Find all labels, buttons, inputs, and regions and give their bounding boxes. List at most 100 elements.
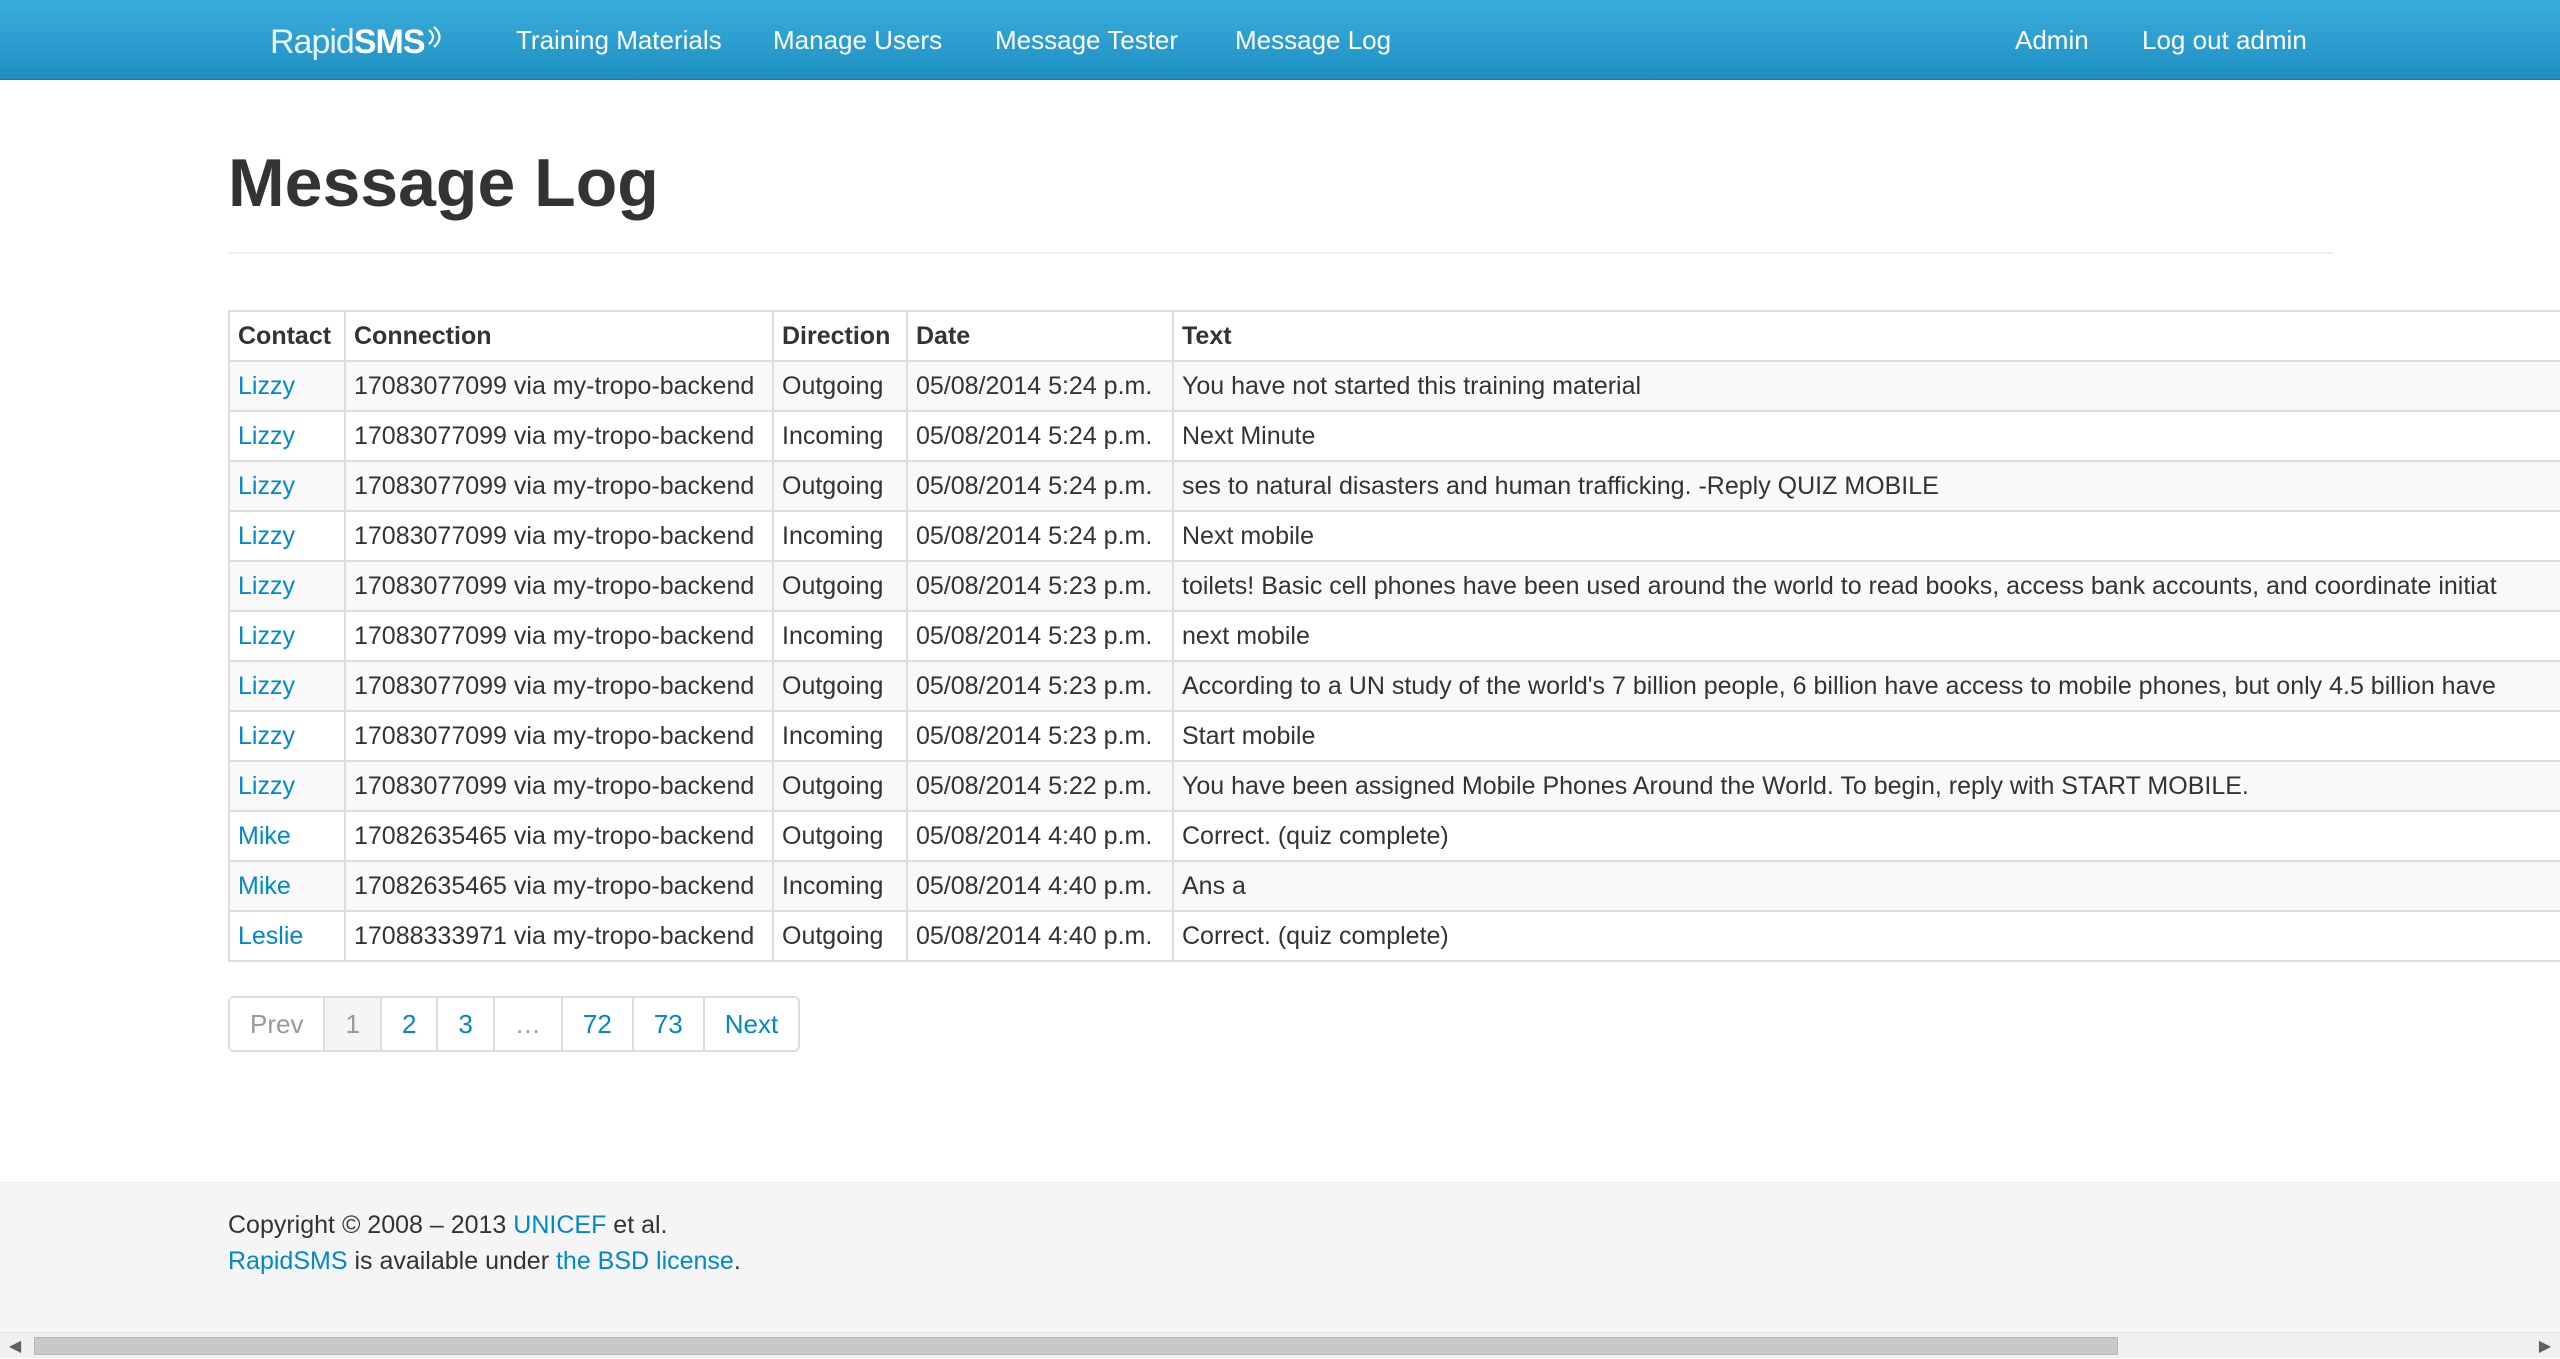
- cell-connection: 17083077099 via my-tropo-backend: [344, 760, 774, 812]
- footer-license-suffix: .: [733, 1247, 741, 1275]
- cell-connection: 17083077099 via my-tropo-backend: [344, 360, 774, 412]
- footer-copyright: Copyright © 2008 – 2013 UNICEF et al.: [228, 1211, 668, 1240]
- cell-date: 05/08/2014 5:24 p.m.: [906, 410, 1174, 462]
- table-row: Lizzy 17083077099 via my-tropo-backend Out…: [228, 460, 2560, 512]
- table-row: Leslie 17088333971 via my-tropo-backend Ou…: [228, 910, 2560, 962]
- column-header-direction: Direction: [772, 310, 908, 362]
- cell-connection: 17083077099 via my-tropo-backend: [344, 660, 774, 712]
- cell-date: 05/08/2014 4:40 p.m.: [906, 910, 1174, 962]
- contact-link[interactable]: Lizzy: [238, 772, 295, 800]
- cell-direction: Incoming: [772, 510, 908, 562]
- nav-link-logout[interactable]: Log out admin: [2142, 0, 2307, 80]
- cell-connection: 17083077099 via my-tropo-backend: [344, 710, 774, 762]
- pagination: Prev 1 2 3… 72 73 Next: [228, 996, 801, 1052]
- cell-direction: Outgoing: [772, 560, 908, 612]
- footer-license: RapidSMS is available under the BSD lice…: [228, 1247, 741, 1276]
- cell-connection: 17083077099 via my-tropo-backend: [344, 560, 774, 612]
- cell-text: Ans a: [1172, 860, 2560, 912]
- nav-link-training-materials[interactable]: Training Materials: [516, 0, 722, 80]
- cell-date: 05/08/2014 5:23 p.m.: [906, 610, 1174, 662]
- footer-copyright-suffix: et al.: [606, 1211, 668, 1239]
- contact-link[interactable]: Lizzy: [238, 572, 295, 600]
- nav-link-manage-users[interactable]: Manage Users: [773, 0, 942, 80]
- cell-connection: 17083077099 via my-tropo-backend: [344, 410, 774, 462]
- cell-date: 05/08/2014 5:23 p.m.: [906, 660, 1174, 712]
- nav-link-message-tester[interactable]: Message Tester: [995, 0, 1178, 80]
- cell-date: 05/08/2014 5:24 p.m.: [906, 360, 1174, 412]
- table-row: Lizzy 17083077099 via my-tropo-backend Out…: [228, 760, 2560, 812]
- table-body: Lizzy 17083077099 via my-tropo-backend Out…: [228, 360, 2560, 962]
- cell-date: 05/08/2014 4:40 p.m.: [906, 810, 1174, 862]
- cell-text: Start mobile: [1172, 710, 2560, 762]
- cell-connection: 17083077099 via my-tropo-backend: [344, 510, 774, 562]
- contact-link[interactable]: Lizzy: [238, 522, 295, 550]
- scroll-right-arrow-icon[interactable]: ▶: [2530, 1333, 2560, 1359]
- contact-link[interactable]: Leslie: [238, 922, 303, 950]
- nav-link-message-log[interactable]: Message Log: [1235, 0, 1391, 80]
- pagination-prev[interactable]: Prev: [230, 998, 326, 1050]
- contact-link[interactable]: Mike: [238, 872, 291, 900]
- cell-text: You have been assigned Mobile Phones Aro…: [1172, 760, 2560, 812]
- cell-contact: Lizzy: [228, 360, 346, 412]
- pagination-page-73[interactable]: 73: [633, 998, 705, 1050]
- cell-text: You have not started this training mater…: [1172, 360, 2560, 412]
- cell-contact: Lizzy: [228, 710, 346, 762]
- message-log-table-container: Contact Connection Direction Date Text L…: [228, 310, 2560, 962]
- scrollbar-thumb[interactable]: [34, 1337, 2118, 1355]
- cell-contact: Lizzy: [228, 410, 346, 462]
- brand-text-light: Rapid: [270, 22, 355, 61]
- column-header-connection: Connection: [344, 310, 774, 362]
- cell-contact: Lizzy: [228, 560, 346, 612]
- footer: Copyright © 2008 – 2013 UNICEF et al. Ra…: [0, 1182, 2560, 1332]
- cell-contact: Lizzy: [228, 460, 346, 512]
- cell-date: 05/08/2014 4:40 p.m.: [906, 860, 1174, 912]
- contact-link[interactable]: Lizzy: [238, 672, 295, 700]
- cell-direction: Outgoing: [772, 660, 908, 712]
- pagination-page-1: 1: [325, 998, 382, 1050]
- wifi-signal-icon: [427, 26, 441, 48]
- page-title: Message Log: [228, 145, 659, 221]
- footer-unicef-link[interactable]: UNICEF: [513, 1211, 606, 1239]
- table-row: Lizzy 17083077099 via my-tropo-backend Out…: [228, 660, 2560, 712]
- column-header-contact: Contact: [228, 310, 346, 362]
- column-header-date: Date: [906, 310, 1174, 362]
- scroll-left-arrow-icon[interactable]: ◀: [0, 1333, 30, 1359]
- cell-date: 05/08/2014 5:24 p.m.: [906, 460, 1174, 512]
- cell-connection: 17083077099 via my-tropo-backend: [344, 460, 774, 512]
- cell-contact: Mike: [228, 860, 346, 912]
- table-row: Mike 17082635465 via my-tropo-backend Outg…: [228, 810, 2560, 862]
- cell-text: toilets! Basic cell phones have been use…: [1172, 560, 2560, 612]
- pagination-page-3[interactable]: 3: [438, 998, 495, 1050]
- contact-link[interactable]: Lizzy: [238, 472, 295, 500]
- pagination-page-2[interactable]: 2: [381, 998, 439, 1050]
- cell-text: ses to natural disasters and human traff…: [1172, 460, 2560, 512]
- cell-date: 05/08/2014 5:23 p.m.: [906, 710, 1174, 762]
- contact-link[interactable]: Lizzy: [238, 622, 295, 650]
- brand-logo[interactable]: Rapid SMS: [270, 20, 443, 64]
- contact-link[interactable]: Lizzy: [238, 422, 295, 450]
- cell-contact: Lizzy: [228, 760, 346, 812]
- footer-rapidsms-link[interactable]: RapidSMS: [228, 1247, 348, 1275]
- cell-direction: Outgoing: [772, 360, 908, 412]
- cell-contact: Lizzy: [228, 510, 346, 562]
- nav-link-admin[interactable]: Admin: [2015, 0, 2089, 80]
- table-row: Mike 17082635465 via my-tropo-backend Inco…: [228, 860, 2560, 912]
- cell-date: 05/08/2014 5:24 p.m.: [906, 510, 1174, 562]
- contact-link[interactable]: Lizzy: [238, 372, 295, 400]
- contact-link[interactable]: Mike: [238, 822, 291, 850]
- cell-direction: Outgoing: [772, 760, 908, 812]
- footer-bsd-license-link[interactable]: the BSD license: [556, 1247, 734, 1275]
- table-row: Lizzy 17083077099 via my-tropo-backend Inc…: [228, 410, 2560, 462]
- table-row: Lizzy 17083077099 via my-tropo-backend Out…: [228, 360, 2560, 412]
- cell-date: 05/08/2014 5:23 p.m.: [906, 560, 1174, 612]
- cell-text: Correct. (quiz complete): [1172, 910, 2560, 962]
- pagination-next[interactable]: Next: [704, 998, 799, 1050]
- table-row: Lizzy 17083077099 via my-tropo-backend Inc…: [228, 710, 2560, 762]
- pagination-page-72[interactable]: 72: [562, 998, 634, 1050]
- cell-connection: 17088333971 via my-tropo-backend: [344, 910, 774, 962]
- horizontal-scrollbar[interactable]: ◀ ▶: [0, 1332, 2560, 1358]
- footer-license-middle: is available under: [347, 1247, 556, 1275]
- cell-direction: Outgoing: [772, 460, 908, 512]
- cell-contact: Mike: [228, 810, 346, 862]
- contact-link[interactable]: Lizzy: [238, 722, 295, 750]
